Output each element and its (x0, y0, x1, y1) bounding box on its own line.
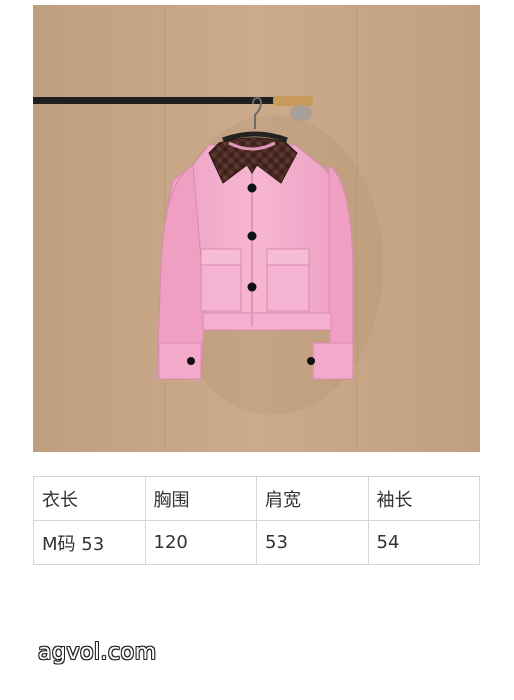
cell-shoulder: 53 (256, 520, 369, 565)
header-shoulder: 肩宽 (256, 476, 369, 521)
header-sleeve: 袖长 (367, 476, 480, 521)
jacket-image (33, 5, 480, 452)
size-table: 衣长 胸围 肩宽 袖长 M码 53 120 53 54 (33, 476, 480, 565)
header-chest: 胸围 (144, 476, 257, 521)
header-length: 衣长 (33, 476, 146, 521)
watermark: agvol.com (38, 640, 157, 665)
table-header-row: 衣长 胸围 肩宽 袖长 (33, 476, 480, 521)
cell-length: M码 53 (33, 520, 146, 565)
cell-sleeve: 54 (367, 520, 480, 565)
product-photo (33, 5, 480, 452)
rail-bracket (273, 96, 313, 106)
cell-chest: 120 (144, 520, 257, 565)
table-row: M码 53 120 53 54 (33, 520, 480, 565)
